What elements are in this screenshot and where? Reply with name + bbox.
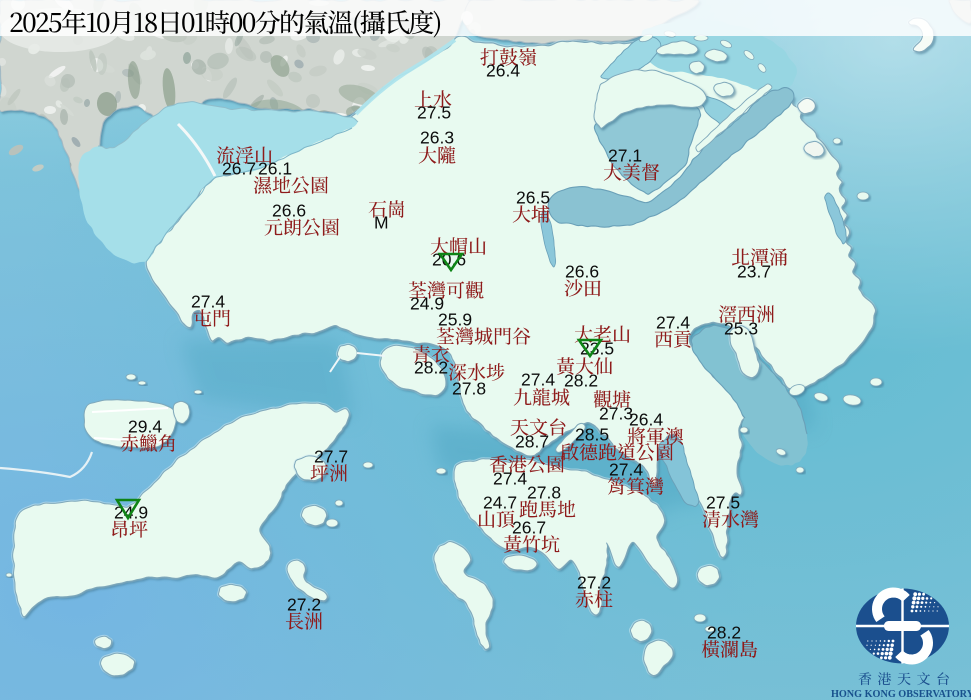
svg-text:M: M xyxy=(374,213,389,233)
svg-text:25.3: 25.3 xyxy=(724,319,758,339)
svg-text:26.1: 26.1 xyxy=(258,159,292,179)
svg-text:26.7: 26.7 xyxy=(222,159,256,179)
svg-text:27.4: 27.4 xyxy=(493,469,527,489)
svg-text:27.8: 27.8 xyxy=(452,379,486,399)
svg-text:28.2: 28.2 xyxy=(707,623,741,643)
svg-text:26.4: 26.4 xyxy=(486,61,520,81)
svg-text:26.5: 26.5 xyxy=(516,188,550,208)
svg-text:27.2: 27.2 xyxy=(287,595,321,615)
svg-text:27.5: 27.5 xyxy=(417,103,451,123)
svg-text:25.9: 25.9 xyxy=(438,310,472,330)
svg-text:27.4: 27.4 xyxy=(609,460,643,480)
svg-text:24.7: 24.7 xyxy=(483,493,517,513)
svg-text:27.4: 27.4 xyxy=(521,370,555,390)
svg-text:26.6: 26.6 xyxy=(565,262,599,282)
svg-text:26.4: 26.4 xyxy=(629,410,663,430)
svg-text:28.2: 28.2 xyxy=(414,358,448,378)
svg-text:29.4: 29.4 xyxy=(128,417,162,437)
svg-text:26.7: 26.7 xyxy=(512,518,546,538)
svg-text:27.2: 27.2 xyxy=(577,573,611,593)
svg-text:28.7: 28.7 xyxy=(515,432,549,452)
svg-text:27.7: 27.7 xyxy=(314,447,348,467)
svg-text:26.3: 26.3 xyxy=(420,128,454,148)
svg-text:23.7: 23.7 xyxy=(737,262,771,282)
svg-text:HONG KONG OBSERVATORY: HONG KONG OBSERVATORY xyxy=(831,689,971,700)
svg-text:27.1: 27.1 xyxy=(608,146,642,166)
svg-text:27.4: 27.4 xyxy=(656,313,690,333)
svg-text:27.4: 27.4 xyxy=(191,292,225,312)
svg-text:27.3: 27.3 xyxy=(599,404,633,424)
svg-text:27.5: 27.5 xyxy=(706,493,740,513)
svg-text:28.5: 28.5 xyxy=(575,425,609,445)
svg-text:26.6: 26.6 xyxy=(272,201,306,221)
svg-text:28.2: 28.2 xyxy=(564,371,598,391)
svg-text:27.8: 27.8 xyxy=(527,483,561,503)
